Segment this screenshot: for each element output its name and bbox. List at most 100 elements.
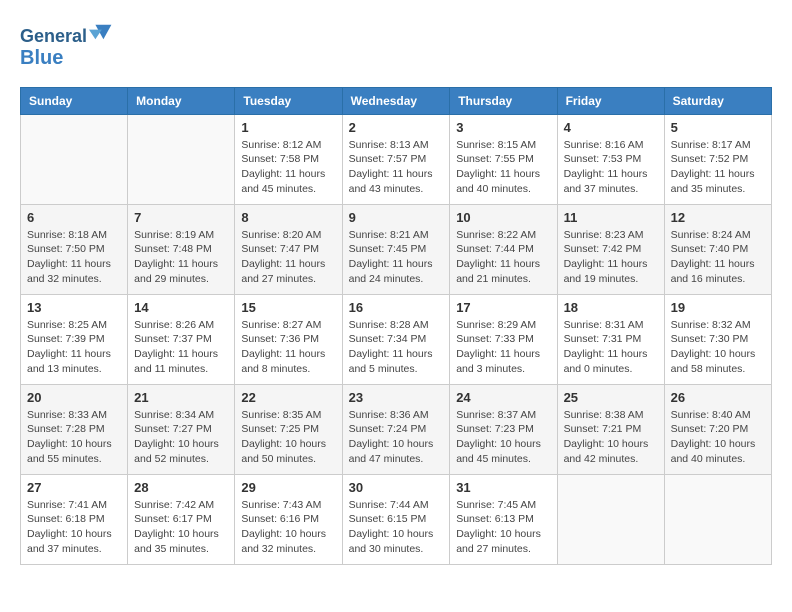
calendar-cell: 21Sunrise: 8:34 AMSunset: 7:27 PMDayligh… xyxy=(128,384,235,474)
day-info: Sunrise: 8:20 AMSunset: 7:47 PMDaylight:… xyxy=(241,228,335,287)
calendar-week-5: 27Sunrise: 7:41 AMSunset: 6:18 PMDayligh… xyxy=(21,474,772,564)
day-number: 13 xyxy=(27,300,121,315)
calendar-table: SundayMondayTuesdayWednesdayThursdayFrid… xyxy=(20,87,772,565)
weekday-header-thursday: Thursday xyxy=(450,87,557,114)
calendar-cell xyxy=(664,474,771,564)
calendar-cell: 18 Sunrise: 8:31 AMSunset: 7:31 PMDayligh… xyxy=(557,294,664,384)
calendar-cell: 25Sunrise: 8:38 AMSunset: 7:21 PMDayligh… xyxy=(557,384,664,474)
day-number: 8 xyxy=(241,210,335,225)
calendar-cell: 13 Sunrise: 8:25 AMSunset: 7:39 PMDayligh… xyxy=(21,294,128,384)
day-info: Sunrise: 8:15 AMSunset: 7:55 PMDaylight:… xyxy=(456,138,550,197)
day-info: Sunrise: 8:36 AMSunset: 7:24 PMDaylight:… xyxy=(349,408,444,467)
day-info: Sunrise: 8:31 AMSunset: 7:31 PMDaylight:… xyxy=(564,318,658,377)
calendar-cell: 5 Sunrise: 8:17 AMSunset: 7:52 PMDaylight… xyxy=(664,114,771,204)
calendar-cell: 16Sunrise: 8:28 AMSunset: 7:34 PMDayligh… xyxy=(342,294,450,384)
day-info: Sunrise: 8:18 AMSunset: 7:50 PMDaylight:… xyxy=(27,228,121,287)
calendar-cell xyxy=(557,474,664,564)
day-number: 18 xyxy=(564,300,658,315)
day-number: 17 xyxy=(456,300,550,315)
weekday-header-friday: Friday xyxy=(557,87,664,114)
day-info: Sunrise: 8:32 AMSunset: 7:30 PMDaylight:… xyxy=(671,318,765,377)
day-number: 11 xyxy=(564,210,658,225)
day-number: 21 xyxy=(134,390,228,405)
calendar-cell: 14 Sunrise: 8:26 AMSunset: 7:37 PMDayligh… xyxy=(128,294,235,384)
day-number: 31 xyxy=(456,480,550,495)
day-info: Sunrise: 8:16 AMSunset: 7:53 PMDaylight:… xyxy=(564,138,658,197)
day-info: Sunrise: 8:12 AMSunset: 7:58 PMDaylight:… xyxy=(241,138,335,197)
logo: General Blue xyxy=(20,20,113,69)
day-number: 19 xyxy=(671,300,765,315)
weekday-header-saturday: Saturday xyxy=(664,87,771,114)
day-info: Sunrise: 8:21 AMSunset: 7:45 PMDaylight:… xyxy=(349,228,444,287)
day-number: 9 xyxy=(349,210,444,225)
calendar-cell: 17 Sunrise: 8:29 AMSunset: 7:33 PMDayligh… xyxy=(450,294,557,384)
logo-text: General xyxy=(20,20,113,47)
logo-blue-text: Blue xyxy=(20,47,113,69)
day-info: Sunrise: 8:33 AMSunset: 7:28 PMDaylight:… xyxy=(27,408,121,467)
day-info: Sunrise: 8:24 AMSunset: 7:40 PMDaylight:… xyxy=(671,228,765,287)
day-number: 24 xyxy=(456,390,550,405)
calendar-cell: 3 Sunrise: 8:15 AMSunset: 7:55 PMDaylight… xyxy=(450,114,557,204)
weekday-header-wednesday: Wednesday xyxy=(342,87,450,114)
calendar-body: 1 Sunrise: 8:12 AMSunset: 7:58 PMDaylight… xyxy=(21,114,772,564)
weekday-header-sunday: Sunday xyxy=(21,87,128,114)
weekday-header-tuesday: Tuesday xyxy=(235,87,342,114)
day-number: 22 xyxy=(241,390,335,405)
day-number: 23 xyxy=(349,390,444,405)
weekday-header-monday: Monday xyxy=(128,87,235,114)
day-info: Sunrise: 8:25 AMSunset: 7:39 PMDaylight:… xyxy=(27,318,121,377)
day-info: Sunrise: 8:22 AMSunset: 7:44 PMDaylight:… xyxy=(456,228,550,287)
day-info: Sunrise: 7:44 AMSunset: 6:15 PMDaylight:… xyxy=(349,498,444,557)
day-number: 12 xyxy=(671,210,765,225)
calendar-cell: 9 Sunrise: 8:21 AMSunset: 7:45 PMDaylight… xyxy=(342,204,450,294)
calendar-cell: 8 Sunrise: 8:20 AMSunset: 7:47 PMDaylight… xyxy=(235,204,342,294)
day-info: Sunrise: 8:13 AMSunset: 7:57 PMDaylight:… xyxy=(349,138,444,197)
day-number: 25 xyxy=(564,390,658,405)
calendar-cell: 10 Sunrise: 8:22 AMSunset: 7:44 PMDayligh… xyxy=(450,204,557,294)
calendar-cell: 23 Sunrise: 8:36 AMSunset: 7:24 PMDayligh… xyxy=(342,384,450,474)
calendar-week-4: 20 Sunrise: 8:33 AMSunset: 7:28 PMDayligh… xyxy=(21,384,772,474)
calendar-cell: 22 Sunrise: 8:35 AMSunset: 7:25 PMDayligh… xyxy=(235,384,342,474)
calendar-week-1: 1 Sunrise: 8:12 AMSunset: 7:58 PMDaylight… xyxy=(21,114,772,204)
day-info: Sunrise: 8:29 AMSunset: 7:33 PMDaylight:… xyxy=(456,318,550,377)
calendar-cell xyxy=(128,114,235,204)
day-info: Sunrise: 8:35 AMSunset: 7:25 PMDaylight:… xyxy=(241,408,335,467)
day-number: 14 xyxy=(134,300,228,315)
calendar-cell: 20 Sunrise: 8:33 AMSunset: 7:28 PMDayligh… xyxy=(21,384,128,474)
calendar-cell: 27Sunrise: 7:41 AMSunset: 6:18 PMDayligh… xyxy=(21,474,128,564)
day-info: Sunrise: 8:40 AMSunset: 7:20 PMDaylight:… xyxy=(671,408,765,467)
day-number: 20 xyxy=(27,390,121,405)
calendar-cell: 30 Sunrise: 7:44 AMSunset: 6:15 PMDayligh… xyxy=(342,474,450,564)
day-info: Sunrise: 8:37 AMSunset: 7:23 PMDaylight:… xyxy=(456,408,550,467)
day-number: 7 xyxy=(134,210,228,225)
day-info: Sunrise: 8:26 AMSunset: 7:37 PMDaylight:… xyxy=(134,318,228,377)
calendar-week-2: 6 Sunrise: 8:18 AMSunset: 7:50 PMDaylight… xyxy=(21,204,772,294)
day-info: Sunrise: 7:41 AMSunset: 6:18 PMDaylight:… xyxy=(27,498,121,557)
calendar-cell: 2Sunrise: 8:13 AMSunset: 7:57 PMDaylight… xyxy=(342,114,450,204)
day-number: 3 xyxy=(456,120,550,135)
day-info: Sunrise: 8:17 AMSunset: 7:52 PMDaylight:… xyxy=(671,138,765,197)
calendar-cell: 4 Sunrise: 8:16 AMSunset: 7:53 PMDaylight… xyxy=(557,114,664,204)
day-number: 5 xyxy=(671,120,765,135)
calendar-cell: 31Sunrise: 7:45 AMSunset: 6:13 PMDayligh… xyxy=(450,474,557,564)
day-number: 30 xyxy=(349,480,444,495)
day-number: 1 xyxy=(241,120,335,135)
calendar-cell: 1 Sunrise: 8:12 AMSunset: 7:58 PMDaylight… xyxy=(235,114,342,204)
day-number: 29 xyxy=(241,480,335,495)
day-number: 15 xyxy=(241,300,335,315)
day-info: Sunrise: 8:23 AMSunset: 7:42 PMDaylight:… xyxy=(564,228,658,287)
day-info: Sunrise: 8:19 AMSunset: 7:48 PMDaylight:… xyxy=(134,228,228,287)
day-number: 28 xyxy=(134,480,228,495)
day-number: 16 xyxy=(349,300,444,315)
calendar-cell: 28Sunrise: 7:42 AMSunset: 6:17 PMDayligh… xyxy=(128,474,235,564)
calendar-cell: 15 Sunrise: 8:27 AMSunset: 7:36 PMDayligh… xyxy=(235,294,342,384)
day-number: 10 xyxy=(456,210,550,225)
day-info: Sunrise: 8:27 AMSunset: 7:36 PMDaylight:… xyxy=(241,318,335,377)
logo-icon xyxy=(89,22,113,42)
day-number: 26 xyxy=(671,390,765,405)
day-number: 4 xyxy=(564,120,658,135)
calendar-cell: 6 Sunrise: 8:18 AMSunset: 7:50 PMDaylight… xyxy=(21,204,128,294)
calendar-header-row: SundayMondayTuesdayWednesdayThursdayFrid… xyxy=(21,87,772,114)
day-number: 6 xyxy=(27,210,121,225)
day-info: Sunrise: 7:43 AMSunset: 6:16 PMDaylight:… xyxy=(241,498,335,557)
